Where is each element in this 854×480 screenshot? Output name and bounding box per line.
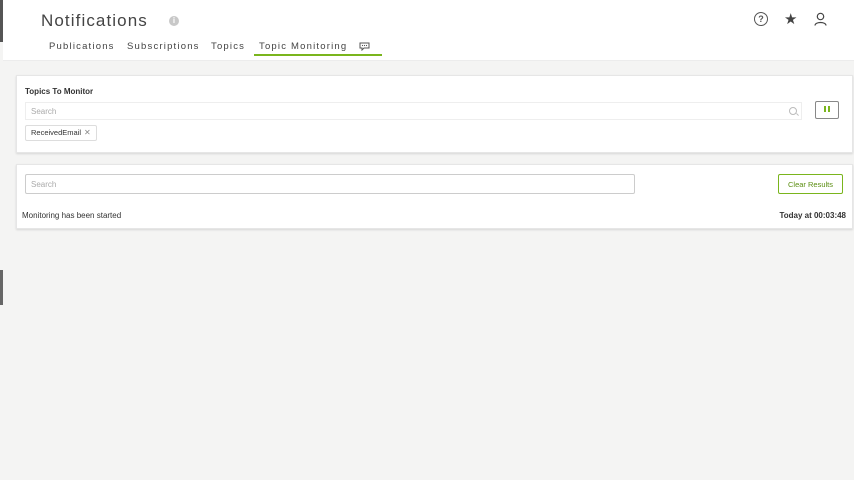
topics-to-monitor-card: Topics To Monitor Search ReceivedEmail ✕ <box>16 75 853 153</box>
active-tab-indicator <box>254 54 382 56</box>
search-icon <box>789 107 797 115</box>
tab-publications[interactable]: Publications <box>49 40 115 56</box>
results-search-input[interactable]: Search <box>25 174 635 194</box>
clear-results-button[interactable]: Clear Results <box>778 174 843 194</box>
status-message: Monitoring has been started <box>22 211 122 220</box>
edge-shadow-lower <box>0 270 3 305</box>
topics-label: Topics To Monitor <box>25 87 94 96</box>
page-title: Notifications <box>41 11 148 30</box>
topics-search-placeholder: Search <box>31 107 57 116</box>
page-header: Notifications i ? ★ Publications Subscri… <box>3 0 854 61</box>
tab-subscriptions[interactable]: Subscriptions <box>127 40 200 56</box>
monitoring-results-card: Search Clear Results Monitoring has been… <box>16 164 853 229</box>
star-icon[interactable]: ★ <box>784 10 797 28</box>
pause-icon-bar <box>828 106 830 112</box>
chat-icon[interactable] <box>359 42 370 53</box>
results-search-placeholder: Search <box>31 180 57 189</box>
topic-chip: ReceivedEmail ✕ <box>25 125 97 141</box>
remove-chip-icon[interactable]: ✕ <box>84 128 91 137</box>
help-icon[interactable]: ? <box>754 12 768 26</box>
topic-chip-label: ReceivedEmail <box>31 128 82 137</box>
status-timestamp: Today at 00:03:48 <box>779 211 846 220</box>
tab-topics[interactable]: Topics <box>211 40 245 56</box>
pause-monitoring-button[interactable] <box>815 101 839 119</box>
pause-icon <box>824 106 826 112</box>
topics-search-input[interactable]: Search <box>25 102 802 120</box>
user-icon[interactable] <box>814 12 827 31</box>
info-icon[interactable]: i <box>169 16 179 26</box>
window-edge <box>0 0 3 480</box>
